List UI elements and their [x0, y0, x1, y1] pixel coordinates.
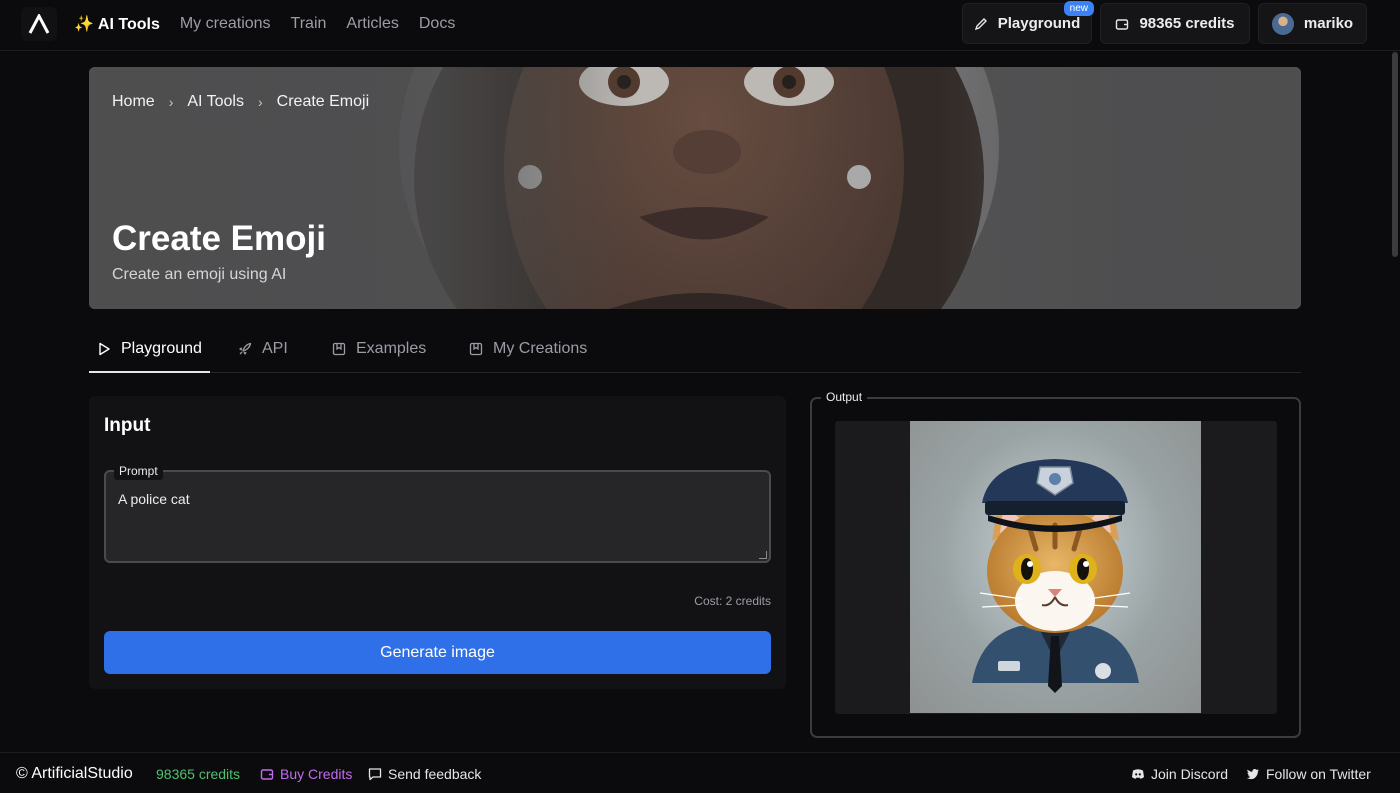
chevron-right-icon: › [168, 94, 174, 110]
breadcrumb-ai-tools[interactable]: AI Tools [187, 93, 244, 111]
tab-my-creations-label: My Creations [493, 339, 588, 357]
input-panel: Input Prompt A police cat Cost: 2 credit… [89, 396, 786, 689]
follow-twitter-link[interactable]: Follow on Twitter [1246, 753, 1371, 793]
buy-credits-label: Buy Credits [280, 765, 353, 782]
tab-examples[interactable]: Examples [332, 325, 426, 372]
cost-label: Cost: 2 credits [694, 594, 771, 608]
new-badge: new [1063, 1, 1094, 16]
police-cat-image [972, 459, 1139, 693]
wallet-icon [260, 768, 274, 780]
input-title: Input [104, 415, 151, 436]
top-navigation: ✨ AI Tools My creations Train Articles Do… [0, 0, 1400, 51]
resize-handle[interactable] [759, 551, 767, 559]
nav-my-creations[interactable]: My creations [180, 15, 271, 33]
message-icon [368, 767, 382, 780]
tab-api[interactable]: API [238, 325, 288, 372]
footer-credits: 98365 credits [156, 765, 241, 782]
output-frame [835, 421, 1277, 714]
tab-playground-label: Playground [121, 339, 202, 357]
follow-twitter-label: Follow on Twitter [1266, 765, 1371, 782]
user-menu-button[interactable]: mariko [1258, 3, 1367, 44]
hero-banner: Home › AI Tools › Create Emoji Create Em… [89, 67, 1301, 309]
prompt-input[interactable]: A police cat [118, 491, 748, 507]
avatar [1271, 12, 1294, 35]
send-feedback-label: Send feedback [388, 765, 482, 782]
tab-playground[interactable]: Playground [89, 325, 210, 373]
tab-api-label: API [262, 339, 288, 357]
sparkle-icon: ✨ [74, 16, 94, 33]
nav-articles[interactable]: Articles [346, 15, 398, 33]
breadcrumb: Home › AI Tools › Create Emoji [112, 93, 369, 111]
user-name: mariko [1303, 15, 1354, 32]
send-feedback-link[interactable]: Send feedback [368, 753, 481, 793]
join-discord-link[interactable]: Join Discord [1131, 753, 1228, 793]
nav-ai-tools[interactable]: ✨ AI Tools [74, 14, 160, 34]
nav-train[interactable]: Train [291, 15, 327, 33]
output-image[interactable] [910, 421, 1201, 713]
credits-button[interactable]: 98365 credits [1100, 3, 1250, 44]
breadcrumb-home[interactable]: Home [112, 93, 155, 111]
credits-label: 98365 credits [1139, 15, 1235, 32]
prompt-label: Prompt [114, 462, 163, 480]
pencil-icon [974, 17, 987, 30]
join-discord-label: Join Discord [1151, 765, 1229, 782]
playground-button[interactable]: Playground new [962, 1, 1094, 44]
wallet-icon [1116, 18, 1129, 30]
footer-brand[interactable]: © ArtificialStudio [16, 753, 133, 793]
tab-bar: Playground API Examples My Creations [89, 325, 1301, 373]
footer: © ArtificialStudio 98365 credits Buy Cre… [0, 752, 1400, 793]
play-icon [99, 342, 110, 355]
breadcrumb-current: Create Emoji [276, 93, 370, 110]
main-nav: ✨ AI Tools My creations Train Articles Do… [74, 0, 455, 48]
buy-credits-link[interactable]: Buy Credits [260, 753, 352, 793]
tab-examples-label: Examples [356, 339, 427, 357]
output-label: Output [821, 389, 868, 405]
nav-ai-tools-label: AI Tools [97, 16, 160, 33]
bookmark-icon [469, 342, 483, 355]
page-subtitle: Create an emoji using AI [112, 266, 287, 283]
bookmark-icon [332, 342, 346, 355]
generate-image-button[interactable]: Generate image [104, 631, 771, 674]
scrollbar[interactable] [1390, 52, 1400, 752]
nav-docs[interactable]: Docs [419, 15, 455, 33]
output-panel: Output [810, 389, 1301, 738]
page-title: Create Emoji [112, 219, 326, 258]
chevron-right-icon: › [257, 94, 263, 110]
discord-icon [1132, 768, 1144, 779]
logo[interactable] [21, 7, 57, 41]
scrollbar-thumb[interactable] [1392, 52, 1398, 257]
logo-icon [28, 14, 50, 34]
twitter-icon [1246, 768, 1259, 779]
prompt-field[interactable]: Prompt A police cat [104, 462, 771, 563]
playground-label: Playground [997, 15, 1081, 32]
rocket-icon [239, 342, 252, 355]
tab-my-creations[interactable]: My Creations [469, 325, 587, 372]
